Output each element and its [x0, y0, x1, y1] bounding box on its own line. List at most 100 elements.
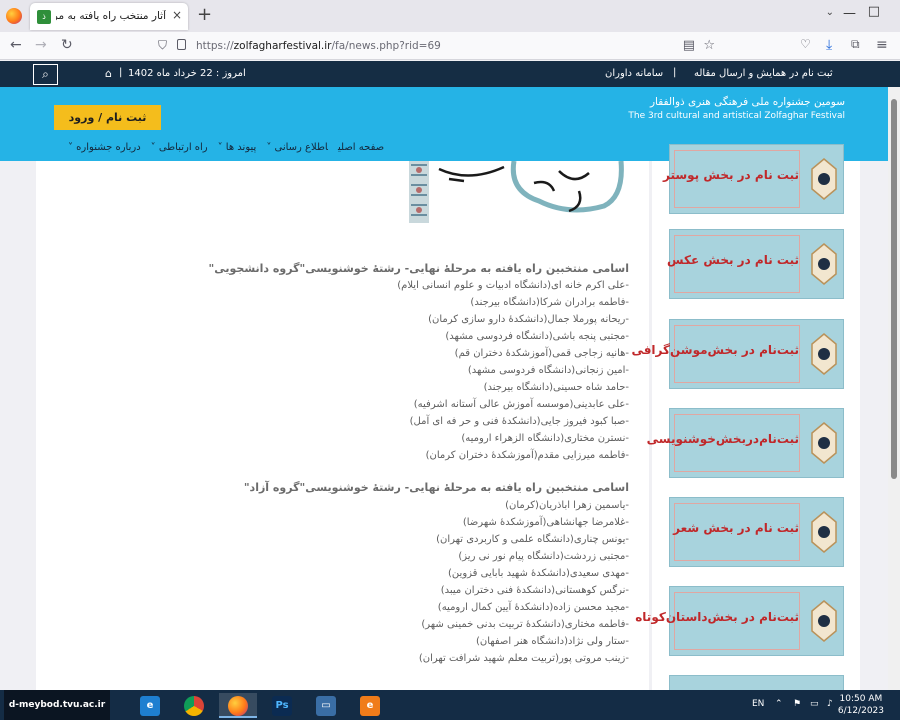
browser-nav-bar: ← → ↻ ⛉ https://zolfagharfestival.ir/fa/… [0, 32, 900, 60]
tab-list-chevron-icon[interactable]: ⌄ [826, 7, 834, 18]
date-text: امروز : 22 خرداد ماه 1402 [128, 68, 246, 79]
register-photo-card[interactable]: ثبت نام در بخش عکس [667, 229, 844, 299]
festival-emblem-icon [811, 333, 837, 375]
tray-chevron-icon[interactable]: ⌃ [775, 699, 783, 709]
menu-item-news[interactable]: اطلاع رسانی ˅ [266, 142, 328, 153]
volume-icon[interactable]: ♪ [827, 699, 833, 709]
clock-time: 10:50 AM [839, 694, 883, 704]
bookmark-star-icon[interactable]: ☆ [703, 38, 715, 53]
card-label: ثبت نام در بخش عکس [667, 253, 799, 267]
url-bar[interactable]: ⛉ https://zolfagharfestival.ir/fa/news.p… [150, 35, 725, 57]
list-item: -غلامرضا جهانشاهی(آموزشکدهٔ شهرضا) [462, 517, 629, 528]
minimize-icon[interactable]: — [843, 6, 856, 21]
menu-item-about[interactable]: درباره جشنواره ˅ [68, 142, 141, 153]
list-item: -امین زنجانی(دانشگاه فردوسی مشهد) [467, 365, 629, 376]
card-label: ثبت نام در بخش شعر [673, 521, 799, 535]
extensions-icon[interactable]: ⧉ [851, 37, 860, 52]
scrollbar-thumb[interactable] [891, 99, 897, 479]
new-tab-button[interactable]: + [197, 4, 212, 25]
site-favicon-icon: ذ [37, 10, 51, 24]
list-item: -زینب مروتی پور(تربیت معلم شهید شرافت ته… [418, 653, 629, 664]
windows-taskbar: d-meybod.tvu.ac.ir e Ps ▭ e EN ⌃ ⚑ ▭ ♪ 1… [0, 690, 900, 720]
card-label: ثبت‌نام در بخش‌موشن‌گرافی [631, 343, 799, 357]
list-item: -نسترن مختاری(دانشگاه الزهراء ارومیه) [461, 433, 629, 444]
register-calligraphy-card[interactable]: ثبت‌نام‌در‌بخش‌خوشنویسی [647, 408, 844, 478]
festival-emblem-icon [811, 243, 837, 285]
list-item: -یونس چناری(دانشگاه علمی و کاربردی تهران… [436, 534, 629, 545]
register-motion-graphics-card[interactable]: ثبت‌نام در بخش‌موشن‌گرافی [631, 319, 844, 389]
list-item: -فاطمه میرزایی مقدم(آموزشکدهٔ دختران کرم… [425, 450, 629, 461]
menu-hamburger-icon[interactable]: ≡ [876, 37, 888, 53]
forward-arrow-icon[interactable]: → [35, 37, 47, 53]
festival-emblem-icon [811, 158, 837, 200]
judges-system-link[interactable]: سامانه داوران [605, 68, 663, 79]
browser-tab-bar: ذ آثار منتخب راه یافته به مرحلهٔ نهایی ×… [0, 0, 900, 32]
network-icon[interactable]: ▭ [810, 699, 819, 709]
list-item: -فاطمه برادران شرکا(دانشگاه بیرجند) [470, 297, 629, 308]
list-item: -مجید محسن زاده(دانشکدهٔ آیین کمال ارومی… [437, 602, 629, 613]
list-item: -فاطمه مختاری(دانشکدهٔ تربیت بدنی خمینی … [421, 619, 629, 630]
register-login-button[interactable]: ثبت نام / ورود [54, 105, 161, 130]
menu-item-links[interactable]: پیوند ها ˅ [218, 142, 257, 153]
maximize-icon[interactable]: □ [868, 4, 880, 19]
list-item: -حامد شاه حسینی(دانشگاه بیرجند) [483, 382, 629, 393]
language-indicator[interactable]: EN [752, 699, 764, 709]
file-explorer-app-icon[interactable]: ▭ [307, 693, 345, 718]
tracking-shield-icon[interactable]: ⛉ [158, 38, 167, 53]
list-item: -علی عابدینی(موسسه آموزش عالی آستانه اشر… [413, 399, 629, 410]
sidebar: ثبت نام در بخش پوستر ثبت نام در بخش عکس … [631, 144, 860, 720]
register-poetry-card[interactable]: ثبت نام در بخش شعر [669, 497, 844, 567]
card-label: ثبت‌نام‌در‌بخش‌خوشنویسی [646, 432, 799, 446]
taskbar-site-label: d-meybod.tvu.ac.ir [4, 690, 110, 720]
list-item: -مجتبی زردشت(دانشگاه پیام نور نی ریز) [458, 551, 629, 562]
reader-view-icon[interactable]: ▤ [683, 38, 695, 53]
list-item: -یاسمین زهرا اباذریان(کرمان) [505, 500, 629, 511]
festival-title-en: The 3rd cultural and artistical Zolfagha… [628, 111, 845, 121]
chrome-app-icon[interactable] [175, 693, 213, 718]
main-menu: صفحه اصلی اطلاع رسانی ˅ پیوند ها ˅ راه ارتب… [58, 142, 384, 158]
divider: | [119, 67, 123, 78]
lock-icon[interactable] [177, 39, 186, 50]
card-label: ثبت‌نام در بخش‌داستان‌کوتاه [635, 610, 799, 624]
clock-date: 6/12/2023 [837, 706, 884, 716]
tab-close-icon[interactable]: × [172, 8, 182, 22]
edge-app-icon[interactable]: e [131, 693, 169, 718]
conference-register-link[interactable]: ثبت نام در همایش و ارسال مقاله [694, 68, 833, 79]
register-poster-card[interactable]: ثبت نام در بخش پوستر [663, 144, 844, 214]
list-item: -ستار ولی نژاد(دانشگاه هنر اصفهان) [475, 636, 629, 647]
heading-student-group: اسامی منتخبین راه یافته به مرحلهٔ نهایی-… [208, 262, 629, 275]
list-item: -علی اکرم خانه ای(دانشگاه ادبیات و علوم … [397, 280, 629, 291]
firefox-icon[interactable] [6, 8, 22, 24]
news-content: اسامی منتخبین راه یافته به مرحلهٔ نهایی-… [36, 161, 649, 690]
browser-app-icon[interactable]: e [351, 693, 389, 718]
festival-emblem-icon [811, 422, 837, 464]
list-item: -ریحانه پورملا جمال(دانشکدهٔ دارو سازی ک… [428, 314, 629, 325]
site-top-strip: ⌕ ⌂ | امروز : 22 خرداد ماه 1402 سامانه د… [0, 61, 900, 87]
reload-icon[interactable]: ↻ [61, 37, 73, 53]
heading-free-group: اسامی منتخبین راه یافته به مرحلهٔ نهایی-… [243, 481, 629, 494]
back-arrow-icon[interactable]: ← [10, 37, 22, 53]
taskbar-clock[interactable]: 10:50 AM 6/12/2023 [838, 693, 884, 717]
pocket-icon[interactable]: ♡ [800, 37, 811, 51]
search-icon[interactable]: ⌕ [33, 64, 58, 85]
url-text[interactable]: https://zolfagharfestival.ir/fa/news.php… [196, 40, 441, 52]
tab-title: آثار منتخب راه یافته به مرحلهٔ نهایی [56, 10, 166, 22]
calligraphy-artwork-image [409, 161, 624, 223]
downloads-icon[interactable]: ⤓ [826, 37, 832, 53]
home-icon[interactable]: ⌂ [105, 67, 112, 80]
list-item: -مهدی سعیدی(دانشکدهٔ شهید بابایی قزوین) [448, 568, 629, 579]
divider: | [673, 67, 677, 78]
list-item: -هانیه زجاجی قمی(آموزشکدهٔ دختران قم) [454, 348, 629, 359]
firefox-app-icon[interactable] [219, 693, 257, 718]
tray-flag-icon[interactable]: ⚑ [793, 699, 801, 709]
page-body: اسامی منتخبین راه یافته به مرحلهٔ نهایی-… [0, 144, 888, 720]
register-short-story-card[interactable]: ثبت‌نام در بخش‌داستان‌کوتاه [635, 586, 844, 656]
list-item: -مجتبی پنجه باشی(دانشگاه فردوسی مشهد) [445, 331, 629, 342]
photoshop-app-icon[interactable]: Ps [263, 693, 301, 718]
page-scrollbar[interactable] [888, 87, 900, 690]
menu-item-home[interactable]: صفحه اصلی [338, 142, 384, 153]
menu-item-contact[interactable]: راه ارتباطی ˅ [151, 142, 208, 153]
list-item: -صبا کبود فیروز جایی(دانشکدهٔ فنی و حر ف… [409, 416, 629, 427]
browser-tab-active[interactable]: ذ آثار منتخب راه یافته به مرحلهٔ نهایی × [30, 3, 188, 30]
card-label: ثبت نام در بخش پوستر [662, 168, 799, 182]
